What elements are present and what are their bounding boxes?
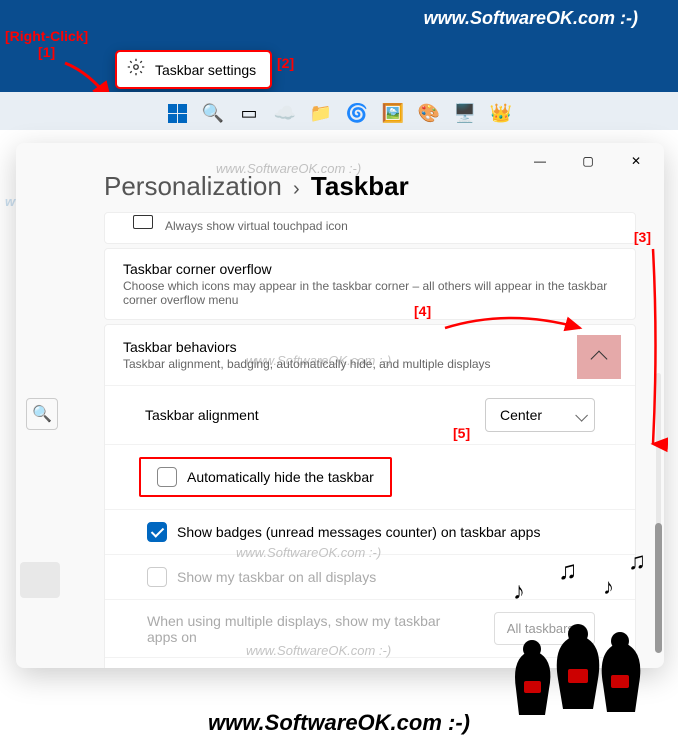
alignment-label: Taskbar alignment: [145, 407, 259, 423]
watermark-top: www.SoftwareOK.com :-): [424, 8, 638, 29]
annotation-5: [5]: [453, 425, 470, 441]
annotation-rightclick: [Right-Click] [1]: [5, 28, 88, 60]
watermark-settings: www.SoftwareOK.com :-): [246, 353, 391, 368]
annotation-3: [3]: [634, 229, 651, 245]
autohide-row: Automatically hide the taskbar: [105, 444, 635, 509]
far-corner-row: Select the far corner of the taskbar to …: [105, 657, 635, 668]
context-menu-taskbar-settings[interactable]: Taskbar settings: [115, 50, 272, 89]
settings-sidebar: 🔍: [16, 183, 66, 663]
context-menu-label: Taskbar settings: [155, 62, 256, 78]
settings-content: Personalization › Taskbar Always show vi…: [76, 143, 664, 668]
autohide-checkbox[interactable]: [157, 467, 177, 487]
watermark-settings: www.SoftwareOK.com :-): [246, 643, 391, 658]
sidebar-item-personalization[interactable]: [20, 562, 60, 598]
desktop-background: www.SoftwareOK.com :-) [Right-Click] [1]…: [0, 0, 678, 130]
all-displays-label: Show my taskbar on all displays: [177, 569, 376, 585]
widgets-icon[interactable]: ☁️: [273, 101, 297, 125]
annotation-2: [2]: [277, 55, 294, 71]
watermark-settings: www.SoftwareOK.com :-): [216, 161, 361, 176]
alignment-row: Taskbar alignment Center: [105, 385, 635, 444]
app-icon[interactable]: 🖥️: [453, 101, 477, 125]
annotation-4: [4]: [414, 303, 431, 319]
touchpad-icon: [133, 215, 153, 229]
alignment-select[interactable]: Center: [485, 398, 595, 432]
explorer-icon[interactable]: 📁: [309, 101, 333, 125]
overflow-title: Taskbar corner overflow: [123, 261, 617, 277]
taskbar[interactable]: www.SoftwareOK.com :-) 🔍 ▭ ☁️ 📁 🌀 🖼️ 🎨 🖥…: [0, 92, 678, 130]
badges-checkbox[interactable]: [147, 522, 167, 542]
sidebar-search[interactable]: 🔍: [26, 398, 58, 430]
gear-icon: [127, 58, 145, 81]
scrollbar-thumb[interactable]: [655, 523, 662, 653]
arrow-icon: [440, 300, 590, 345]
annotation-highlight-5: Automatically hide the taskbar: [139, 457, 392, 497]
watermark-bottom: www.SoftwareOK.com :-): [208, 710, 470, 736]
multi-display-label: When using multiple displays, show my ta…: [147, 613, 447, 645]
chevron-right-icon: ›: [293, 178, 300, 200]
badges-label: Show badges (unread messages counter) on…: [177, 524, 540, 540]
autohide-label: Automatically hide the taskbar: [187, 469, 374, 485]
all-displays-row: Show my taskbar on all displays: [105, 554, 635, 599]
virtual-touchpad-row[interactable]: Always show virtual touchpad icon: [104, 212, 636, 244]
edge-icon[interactable]: 🌀: [345, 101, 369, 125]
touchpad-desc: Always show virtual touchpad icon: [165, 219, 348, 233]
search-icon[interactable]: 🔍: [201, 101, 225, 125]
app-icon[interactable]: 🖼️: [381, 101, 405, 125]
app-icon[interactable]: 🎨: [417, 101, 441, 125]
all-displays-checkbox[interactable]: [147, 567, 167, 587]
breadcrumb: Personalization › Taskbar: [104, 171, 636, 202]
multi-display-select[interactable]: All taskbars: [494, 612, 595, 645]
watermark-settings: www.SoftwareOK.com :-): [236, 545, 381, 560]
start-button[interactable]: [165, 101, 189, 125]
behaviors-panel: Taskbar behaviors Taskbar alignment, bad…: [104, 324, 636, 668]
app-icon[interactable]: 👑: [489, 101, 513, 125]
chevron-up-icon: [591, 351, 608, 368]
arrow-icon: [638, 244, 668, 459]
task-view-icon[interactable]: ▭: [237, 101, 261, 125]
settings-window: — ▢ ✕ 🔍 Personalization › Taskbar Always…: [16, 143, 664, 668]
